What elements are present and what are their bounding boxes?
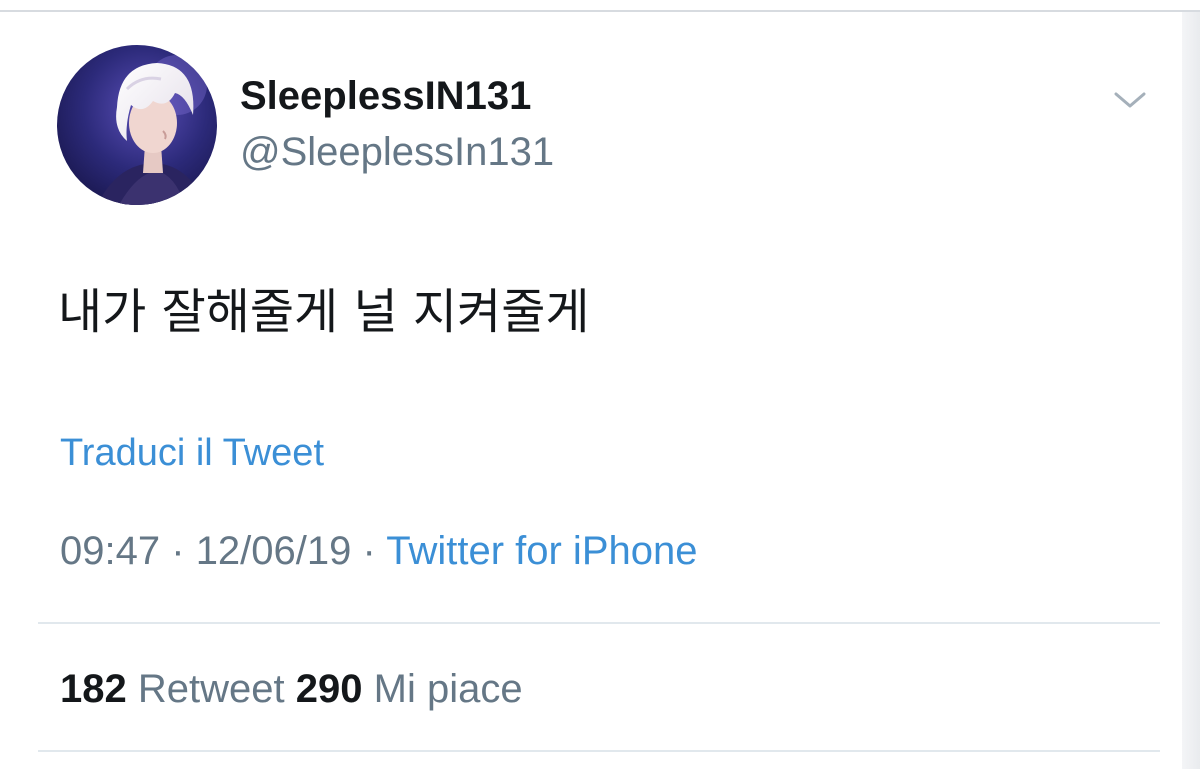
tweet-text: 내가 잘해줄게 널 지켜줄게: [58, 284, 590, 340]
meta-separator: ·: [362, 529, 376, 573]
retweets-label: Retweet: [137, 667, 285, 711]
avatar[interactable]: [57, 45, 217, 205]
tweet-source-link[interactable]: Twitter for iPhone: [386, 529, 697, 573]
translate-tweet-link[interactable]: Traduci il Tweet: [60, 430, 324, 476]
likes-label: Mi piace: [373, 667, 523, 711]
top-divider: [0, 10, 1200, 12]
divider: [38, 622, 1160, 624]
likes-stat[interactable]: 290 Mi piace: [296, 667, 523, 711]
avatar-image: [57, 45, 217, 205]
tweet-metadata: 09:47 · 12/06/19 · Twitter for iPhone: [60, 526, 697, 576]
page-edge: [1182, 12, 1200, 769]
display-name[interactable]: SleeplessIN131: [240, 72, 531, 120]
meta-separator: ·: [171, 529, 185, 573]
chevron-down-icon[interactable]: [1112, 86, 1148, 114]
tweet-stats: 182 Retweet 290 Mi piace: [60, 664, 523, 714]
tweet-date: 12/06/19: [195, 529, 352, 573]
user-handle[interactable]: @SleeplessIn131: [240, 128, 554, 176]
tweet-detail-screen: SleeplessIN131 @SleeplessIn131 내가 잘해줄게 널…: [0, 0, 1200, 769]
tweet-time: 09:47: [60, 529, 161, 573]
likes-count: 290: [295, 667, 363, 711]
retweets-stat[interactable]: 182 Retweet: [60, 667, 296, 711]
retweets-count: 182: [60, 667, 127, 711]
divider: [38, 750, 1160, 752]
